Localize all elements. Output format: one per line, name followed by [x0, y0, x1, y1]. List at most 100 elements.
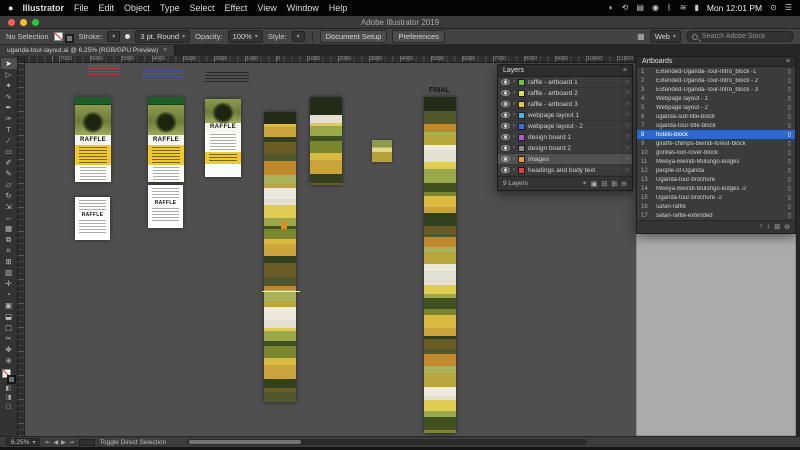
direct-selection-tool[interactable]: ▷: [1, 69, 17, 80]
make-mask-icon[interactable]: ▣: [591, 180, 598, 188]
artboard-webpage-layout-1[interactable]: [264, 112, 296, 402]
layer-target-icon[interactable]: ○: [625, 79, 629, 85]
visibility-eye-icon[interactable]: [501, 145, 510, 151]
preferences-button[interactable]: Preferences: [392, 30, 444, 43]
move-up-icon[interactable]: ↑: [759, 223, 763, 231]
apple-icon[interactable]: ●: [8, 3, 13, 13]
artboard-row[interactable]: 2Extended-Uganda-Tour-Intro_block - 2▯: [637, 76, 795, 85]
symbol-sprayer-tool[interactable]: ▣: [1, 300, 17, 311]
artboard-row[interactable]: 13Uganda-tour-brochure▯: [637, 175, 795, 184]
zoom-tool[interactable]: ⊕: [1, 355, 17, 366]
artboard-tool[interactable]: ▢: [1, 322, 17, 333]
visibility-eye-icon[interactable]: [501, 112, 510, 118]
close-window-button[interactable]: [8, 19, 15, 26]
eraser-tool[interactable]: ▱: [1, 179, 17, 190]
artboard-row[interactable]: 9giraffe-chimps-bwindi-forest-block▯: [637, 139, 795, 148]
last-artboard-icon[interactable]: ⇥: [69, 439, 74, 446]
pen-tool[interactable]: ✒: [1, 102, 17, 113]
brush-dropdown[interactable]: 3 pt. Round▾: [135, 30, 190, 43]
visibility-eye-icon[interactable]: [501, 134, 510, 140]
rotate-tool[interactable]: ↻: [1, 190, 17, 201]
prev-artboard-icon[interactable]: ◀: [53, 439, 58, 446]
artboard-number-field[interactable]: [79, 439, 95, 446]
menu-select[interactable]: Select: [185, 3, 220, 13]
layer-target-icon[interactable]: ○: [625, 101, 629, 107]
layer-row[interactable]: ›webpage layout 1○: [498, 110, 632, 121]
type-tool[interactable]: T: [1, 124, 17, 135]
lasso-tool[interactable]: ∿: [1, 91, 17, 102]
drawing-mode-button[interactable]: ◨: [1, 393, 17, 402]
artboard-raffle-poster-3[interactable]: RAFFLE: [205, 99, 241, 177]
volume-icon[interactable]: ◉: [652, 0, 659, 16]
artboard-raffle-flyer-1[interactable]: RAFFLE: [148, 185, 183, 228]
eyedropper-tool[interactable]: ✛: [1, 278, 17, 289]
new-layer-icon[interactable]: ⊞: [611, 180, 617, 188]
menu-type[interactable]: Type: [155, 3, 185, 13]
layer-target-icon[interactable]: ○: [625, 112, 629, 118]
expand-arrow-icon[interactable]: ›: [513, 79, 515, 85]
layer-row[interactable]: ›design board 2○: [498, 143, 632, 154]
layer-target-icon[interactable]: ○: [625, 145, 629, 151]
mesh-tool[interactable]: ⊞: [1, 256, 17, 267]
free-transform-tool[interactable]: ▦: [1, 223, 17, 234]
display-icon[interactable]: ▤: [636, 0, 644, 16]
screen-mode-button[interactable]: ▢: [1, 402, 17, 411]
menu-object[interactable]: Object: [119, 3, 155, 13]
menu-effect[interactable]: Effect: [220, 3, 253, 13]
delete-layer-icon[interactable]: ⊖: [621, 180, 627, 188]
close-tab-icon[interactable]: ×: [163, 47, 167, 54]
delete-artboard-icon[interactable]: ⊖: [784, 223, 790, 231]
layer-row[interactable]: ›headings and body text○: [498, 165, 632, 176]
expand-arrow-icon[interactable]: ›: [513, 156, 515, 162]
workspace-switcher-icon[interactable]: ▦: [637, 32, 645, 41]
move-down-icon[interactable]: ↓: [767, 223, 771, 231]
new-artboard-icon[interactable]: ⊞: [774, 223, 780, 231]
layers-panel-header[interactable]: Layers ≡: [498, 65, 632, 77]
artboard-row[interactable]: 12people-of-Uganda▯: [637, 166, 795, 175]
curvature-tool[interactable]: ✑: [1, 113, 17, 124]
color-mode-button[interactable]: ◧: [1, 384, 17, 393]
menu-view[interactable]: View: [252, 3, 281, 13]
new-sublayer-icon[interactable]: ⊟: [601, 180, 607, 188]
first-artboard-icon[interactable]: ⇤: [45, 439, 50, 446]
battery-icon[interactable]: ▮: [694, 0, 698, 16]
blend-tool[interactable]: ◔: [1, 289, 17, 300]
column-graph-tool[interactable]: ⬓: [1, 311, 17, 322]
artboard-row[interactable]: 1Extended-Uganda-Tour-Intro_block -1▯: [637, 67, 795, 76]
layer-target-icon[interactable]: ○: [625, 134, 629, 140]
artboard-raffle-flyer-2[interactable]: RAFFLE: [75, 197, 110, 240]
artboard-row[interactable]: 15Uganda-tour-brochure -2▯: [637, 193, 795, 202]
artboard-row[interactable]: 7uganda-tour-title-block▯: [637, 121, 795, 130]
workspace-dropdown[interactable]: Web▾: [650, 30, 681, 43]
expand-arrow-icon[interactable]: ›: [513, 167, 515, 173]
artboard-row[interactable]: 3Extended-Uganda-Tour-Intro_block - 3▯: [637, 85, 795, 94]
minimize-window-button[interactable]: [20, 19, 27, 26]
artboard-row[interactable]: 17safari-raffle-extended▯: [637, 211, 795, 220]
zoom-level-dropdown[interactable]: 6.25% ▾: [6, 438, 40, 446]
next-artboard-icon[interactable]: ▶: [61, 439, 66, 446]
visibility-eye-icon[interactable]: [501, 123, 510, 129]
layer-target-icon[interactable]: ○: [625, 156, 629, 162]
hand-tool[interactable]: ✥: [1, 344, 17, 355]
artboard-row[interactable]: 6uganda-sub-title-block▯: [637, 112, 795, 121]
slice-tool[interactable]: ✂: [1, 333, 17, 344]
perspective-grid-tool[interactable]: ⌗: [1, 245, 17, 256]
artboard-row[interactable]: 10gorillas-lion-rover-block▯: [637, 148, 795, 157]
expand-arrow-icon[interactable]: ›: [513, 145, 515, 151]
layer-target-icon[interactable]: ○: [625, 90, 629, 96]
shape-builder-tool[interactable]: ⧉: [1, 234, 17, 245]
artboard-row[interactable]: 14Mweya-Bwindi-Mulongo-lodges -2▯: [637, 184, 795, 193]
magic-wand-tool[interactable]: ✦: [1, 80, 17, 91]
ruler-origin-corner[interactable]: [18, 56, 25, 63]
opacity-dropdown[interactable]: 100%▾: [228, 30, 263, 43]
artboard-row[interactable]: 8hotels-block▯: [637, 130, 795, 139]
layer-target-icon[interactable]: ○: [625, 123, 629, 129]
scale-tool[interactable]: ⇲: [1, 201, 17, 212]
menu-edit[interactable]: Edit: [93, 3, 119, 13]
spotlight-icon[interactable]: ⊙: [770, 0, 777, 16]
stroke-weight-dropdown[interactable]: ▾: [107, 31, 120, 42]
vertical-ruler[interactable]: [18, 63, 25, 436]
artboard-webpage-layout-final[interactable]: [424, 97, 456, 433]
artboard-row[interactable]: 11Mweya-Bwindi-Mulungo-lodges▯: [637, 157, 795, 166]
bluetooth-icon[interactable]: ᛒ: [667, 0, 672, 16]
